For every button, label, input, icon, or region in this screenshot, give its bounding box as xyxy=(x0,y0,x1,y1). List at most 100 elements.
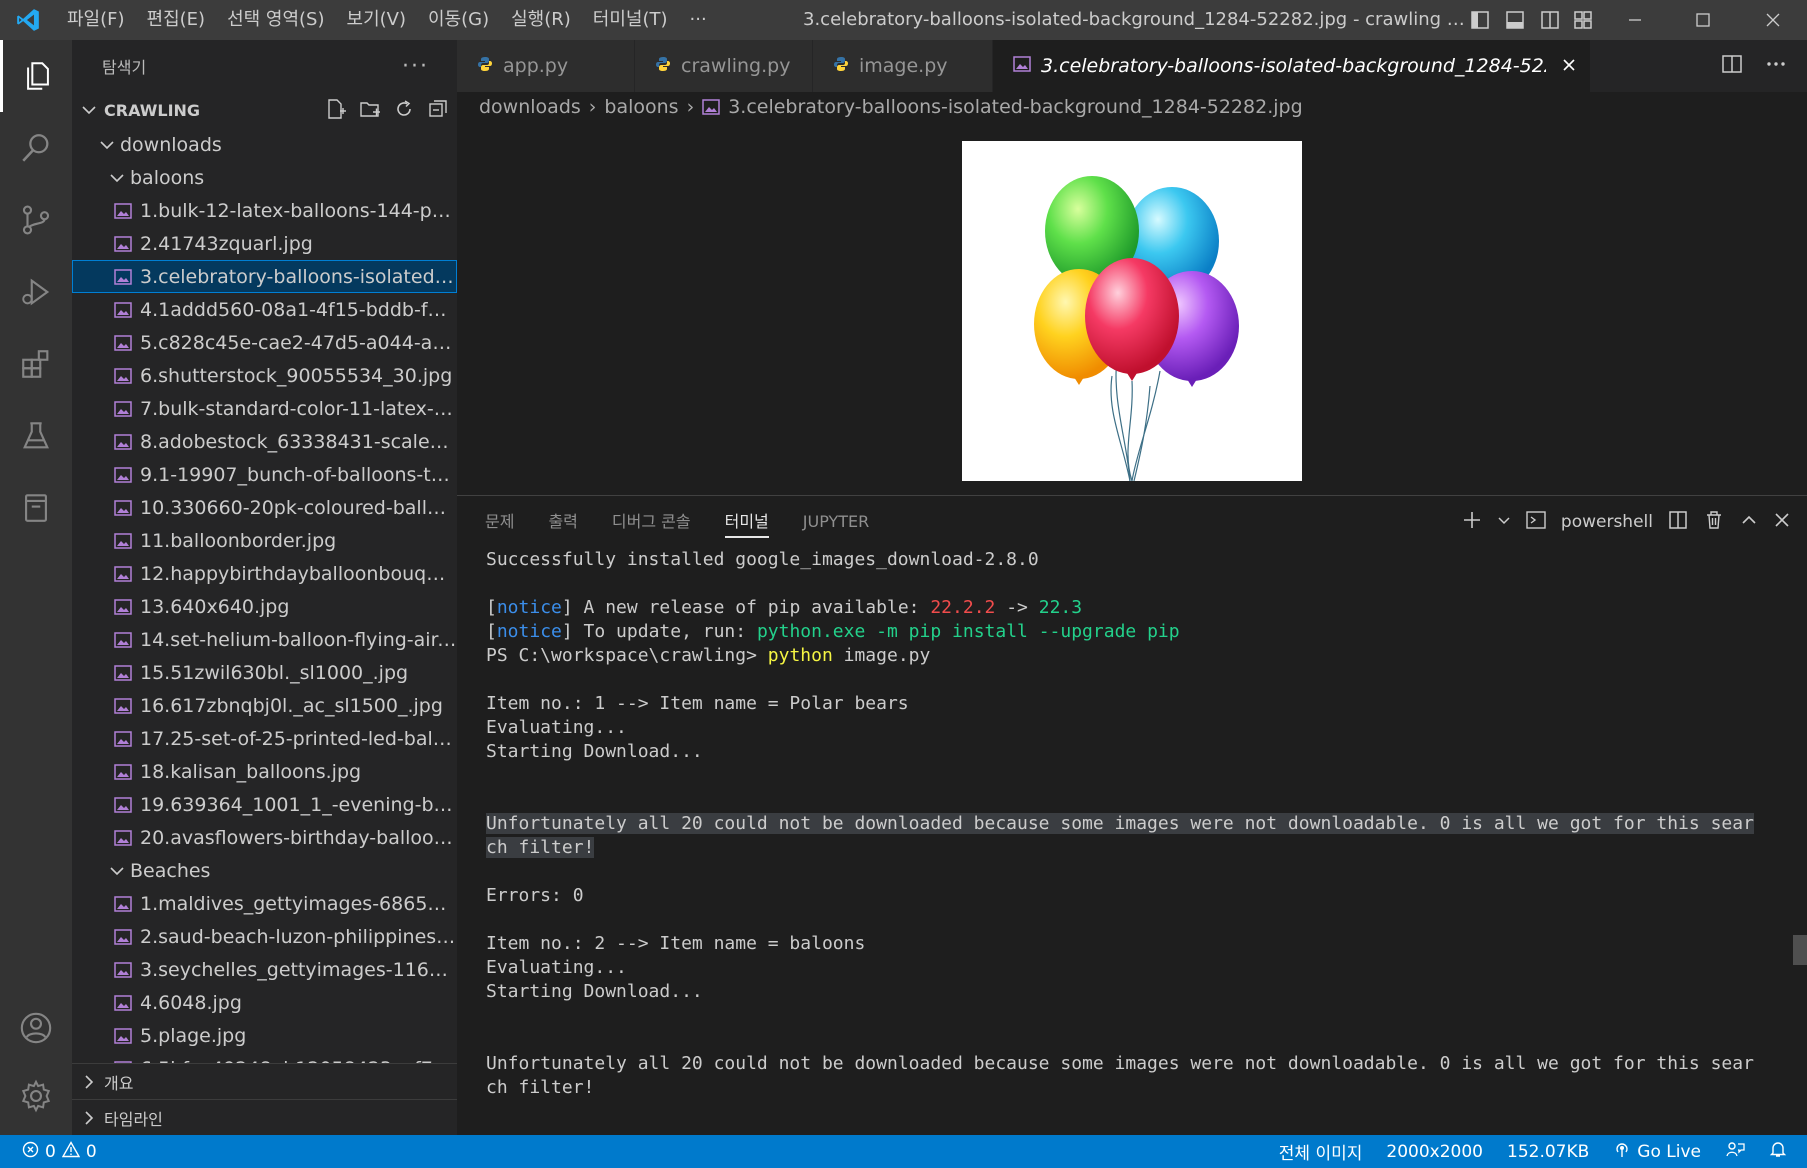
file-item[interactable]: 1.bulk-12-latex-balloons-144-pc-... xyxy=(72,194,457,227)
toggle-secondary-sidebar-icon[interactable] xyxy=(1540,0,1560,40)
file-item[interactable]: 16.617zbnqbj0l._ac_sl1500_.jpg xyxy=(72,689,457,722)
toggle-primary-sidebar-icon[interactable] xyxy=(1470,0,1490,40)
testing-icon[interactable] xyxy=(0,400,72,472)
explorer-sidebar: 탐색기 ··· CRAWLING downloads baloons 1.bul… xyxy=(72,40,457,1135)
folder-baloons[interactable]: baloons xyxy=(72,161,457,194)
file-item[interactable]: 6.shutterstock_90055534_30.jpg xyxy=(72,359,457,392)
go-live-button[interactable]: Go Live xyxy=(1613,1140,1701,1163)
file-item[interactable]: 2.saud-beach-luzon-philippines-w... xyxy=(72,920,457,953)
file-item[interactable]: 8.adobestock_63338431-scaled.jp... xyxy=(72,425,457,458)
menu-view[interactable]: 보기(V) xyxy=(336,0,417,40)
tab-problems[interactable]: 문제 xyxy=(485,496,514,548)
folder-downloads[interactable]: downloads xyxy=(72,128,457,161)
maximize-panel-icon[interactable] xyxy=(1739,510,1759,535)
explorer-more-button[interactable]: ··· xyxy=(402,54,429,79)
customize-layout-icon[interactable] xyxy=(1573,0,1593,40)
folder-beaches[interactable]: Beaches xyxy=(72,854,457,887)
tab-terminal[interactable]: 터미널 xyxy=(724,496,769,548)
maximize-icon[interactable] xyxy=(1669,0,1737,40)
chevron-down-icon[interactable] xyxy=(1497,512,1511,532)
split-editor-icon[interactable] xyxy=(1721,53,1743,79)
menu-run[interactable]: 실행(R) xyxy=(500,0,582,40)
image-file-icon xyxy=(114,1027,132,1044)
menu-more[interactable]: ··· xyxy=(679,0,718,40)
tab-jupyter[interactable]: JUPYTER xyxy=(803,496,870,548)
close-tab-icon[interactable] xyxy=(1562,55,1576,77)
file-item[interactable]: 4.6048.jpg xyxy=(72,986,457,1019)
tab-image-py[interactable]: image.py xyxy=(813,40,993,92)
outline-section[interactable]: 개요 xyxy=(72,1063,457,1099)
file-item[interactable]: 7.bulk-standard-color-11-latex-ba... xyxy=(72,392,457,425)
image-file-icon xyxy=(114,763,132,780)
tab-app-py[interactable]: app.py xyxy=(457,40,635,92)
file-item[interactable]: 14.set-helium-balloon-flying-air-b... xyxy=(72,623,457,656)
minimize-icon[interactable] xyxy=(1601,0,1669,40)
settings-gear-icon[interactable] xyxy=(0,1060,72,1132)
close-panel-icon[interactable] xyxy=(1773,511,1791,534)
trash-icon[interactable] xyxy=(1703,509,1725,536)
menu-terminal[interactable]: 터미널(T) xyxy=(582,0,679,40)
extensions-icon[interactable] xyxy=(0,328,72,400)
breadcrumb-item[interactable]: downloads xyxy=(479,96,581,118)
tab-crawling-py[interactable]: crawling.py xyxy=(635,40,813,92)
panel-tabs: 문제 출력 디버그 콘솔 터미널 JUPYTER powershell xyxy=(457,496,1807,548)
explorer-icon[interactable] xyxy=(0,40,72,112)
problems-status[interactable]: 0 0 xyxy=(22,1135,97,1168)
account-icon[interactable] xyxy=(0,992,72,1064)
file-item[interactable]: 5.c828c45e-cae2-47d5-a044-a5a3... xyxy=(72,326,457,359)
breadcrumb-item[interactable]: 3.celebratory-balloons-isolated-backgrou… xyxy=(728,96,1302,118)
beaches-file-list: 1.maldives_gettyimages-6865259... 2.saud-… xyxy=(72,887,457,1085)
image-file-icon xyxy=(114,499,132,516)
editor-area: app.py crawling.py image.py 3.celebrator… xyxy=(457,40,1807,495)
file-item[interactable]: 10.330660-20pk-coloured-balloon... xyxy=(72,491,457,524)
file-item[interactable]: 3.seychelles_gettyimages-116938... xyxy=(72,953,457,986)
command-name: python xyxy=(767,645,833,666)
tab-debug-console[interactable]: 디버그 콘솔 xyxy=(612,496,691,548)
tab-output[interactable]: 출력 xyxy=(548,496,577,548)
file-item[interactable]: 19.639364_1001_1_-evening-blue-... xyxy=(72,788,457,821)
new-terminal-icon[interactable] xyxy=(1461,509,1483,536)
notifications-bell-icon[interactable] xyxy=(1769,1140,1787,1163)
file-item[interactable]: 18.kalisan_balloons.jpg xyxy=(72,755,457,788)
file-item[interactable]: 12.happybirthdayballoonbouquet... xyxy=(72,557,457,590)
notebook-icon[interactable] xyxy=(0,472,72,544)
tab-balloon-image[interactable]: 3.celebratory-balloons-isolated-backgrou… xyxy=(993,40,1591,92)
run-debug-icon[interactable] xyxy=(0,256,72,328)
shell-name[interactable]: powershell xyxy=(1561,512,1653,532)
ps-prompt: PS C:\workspace\crawling> xyxy=(486,645,768,666)
file-item[interactable]: 11.balloonborder.jpg xyxy=(72,524,457,557)
activity-bar xyxy=(0,40,72,1135)
file-item[interactable]: 2.41743zquarl.jpg xyxy=(72,227,457,260)
menu-edit[interactable]: 편집(E) xyxy=(136,0,217,40)
source-control-icon[interactable] xyxy=(0,184,72,256)
new-folder-icon[interactable] xyxy=(359,98,381,124)
file-item[interactable]: 1.maldives_gettyimages-6865259... xyxy=(72,887,457,920)
file-item[interactable]: 17.25-set-of-25-printed-led-ballo... xyxy=(72,722,457,755)
breadcrumb-item[interactable]: baloons xyxy=(604,96,678,118)
workspace-root[interactable]: CRAWLING xyxy=(72,92,457,128)
menu-file[interactable]: 파일(F) xyxy=(56,0,136,40)
file-item[interactable]: 4.1addd560-08a1-4f15-bddb-f26... xyxy=(72,293,457,326)
split-terminal-icon[interactable] xyxy=(1667,509,1689,536)
image-zoom-status[interactable]: 전체 이미지 xyxy=(1279,1139,1363,1164)
file-item[interactable]: 13.640x640.jpg xyxy=(72,590,457,623)
file-item[interactable]: 3.celebratory-balloons-isolated-b... xyxy=(72,260,457,293)
close-window-icon[interactable] xyxy=(1739,0,1807,40)
menu-go[interactable]: 이동(G) xyxy=(417,0,500,40)
timeline-section[interactable]: 타임라인 xyxy=(72,1099,457,1135)
menu-selection[interactable]: 선택 영역(S) xyxy=(216,0,335,40)
more-actions-icon[interactable] xyxy=(1765,53,1787,79)
feedback-icon[interactable] xyxy=(1725,1140,1745,1163)
new-file-icon[interactable] xyxy=(325,98,347,124)
toggle-panel-icon[interactable] xyxy=(1505,0,1525,40)
collapse-all-icon[interactable] xyxy=(427,98,449,124)
refresh-icon[interactable] xyxy=(393,98,415,124)
file-item[interactable]: 9.1-19907_bunch-of-balloons-tra... xyxy=(72,458,457,491)
search-icon[interactable] xyxy=(0,112,72,184)
file-item[interactable]: 15.51zwil630bl._sl1000_.jpg xyxy=(72,656,457,689)
terminal-output[interactable]: Successfully installed google_images_dow… xyxy=(457,548,1807,1100)
file-item[interactable]: 20.avasflowers-birthday-balloon-... xyxy=(72,821,457,854)
file-item[interactable]: 5.plage.jpg xyxy=(72,1019,457,1052)
terminal-scrollbar[interactable] xyxy=(1793,935,1807,965)
